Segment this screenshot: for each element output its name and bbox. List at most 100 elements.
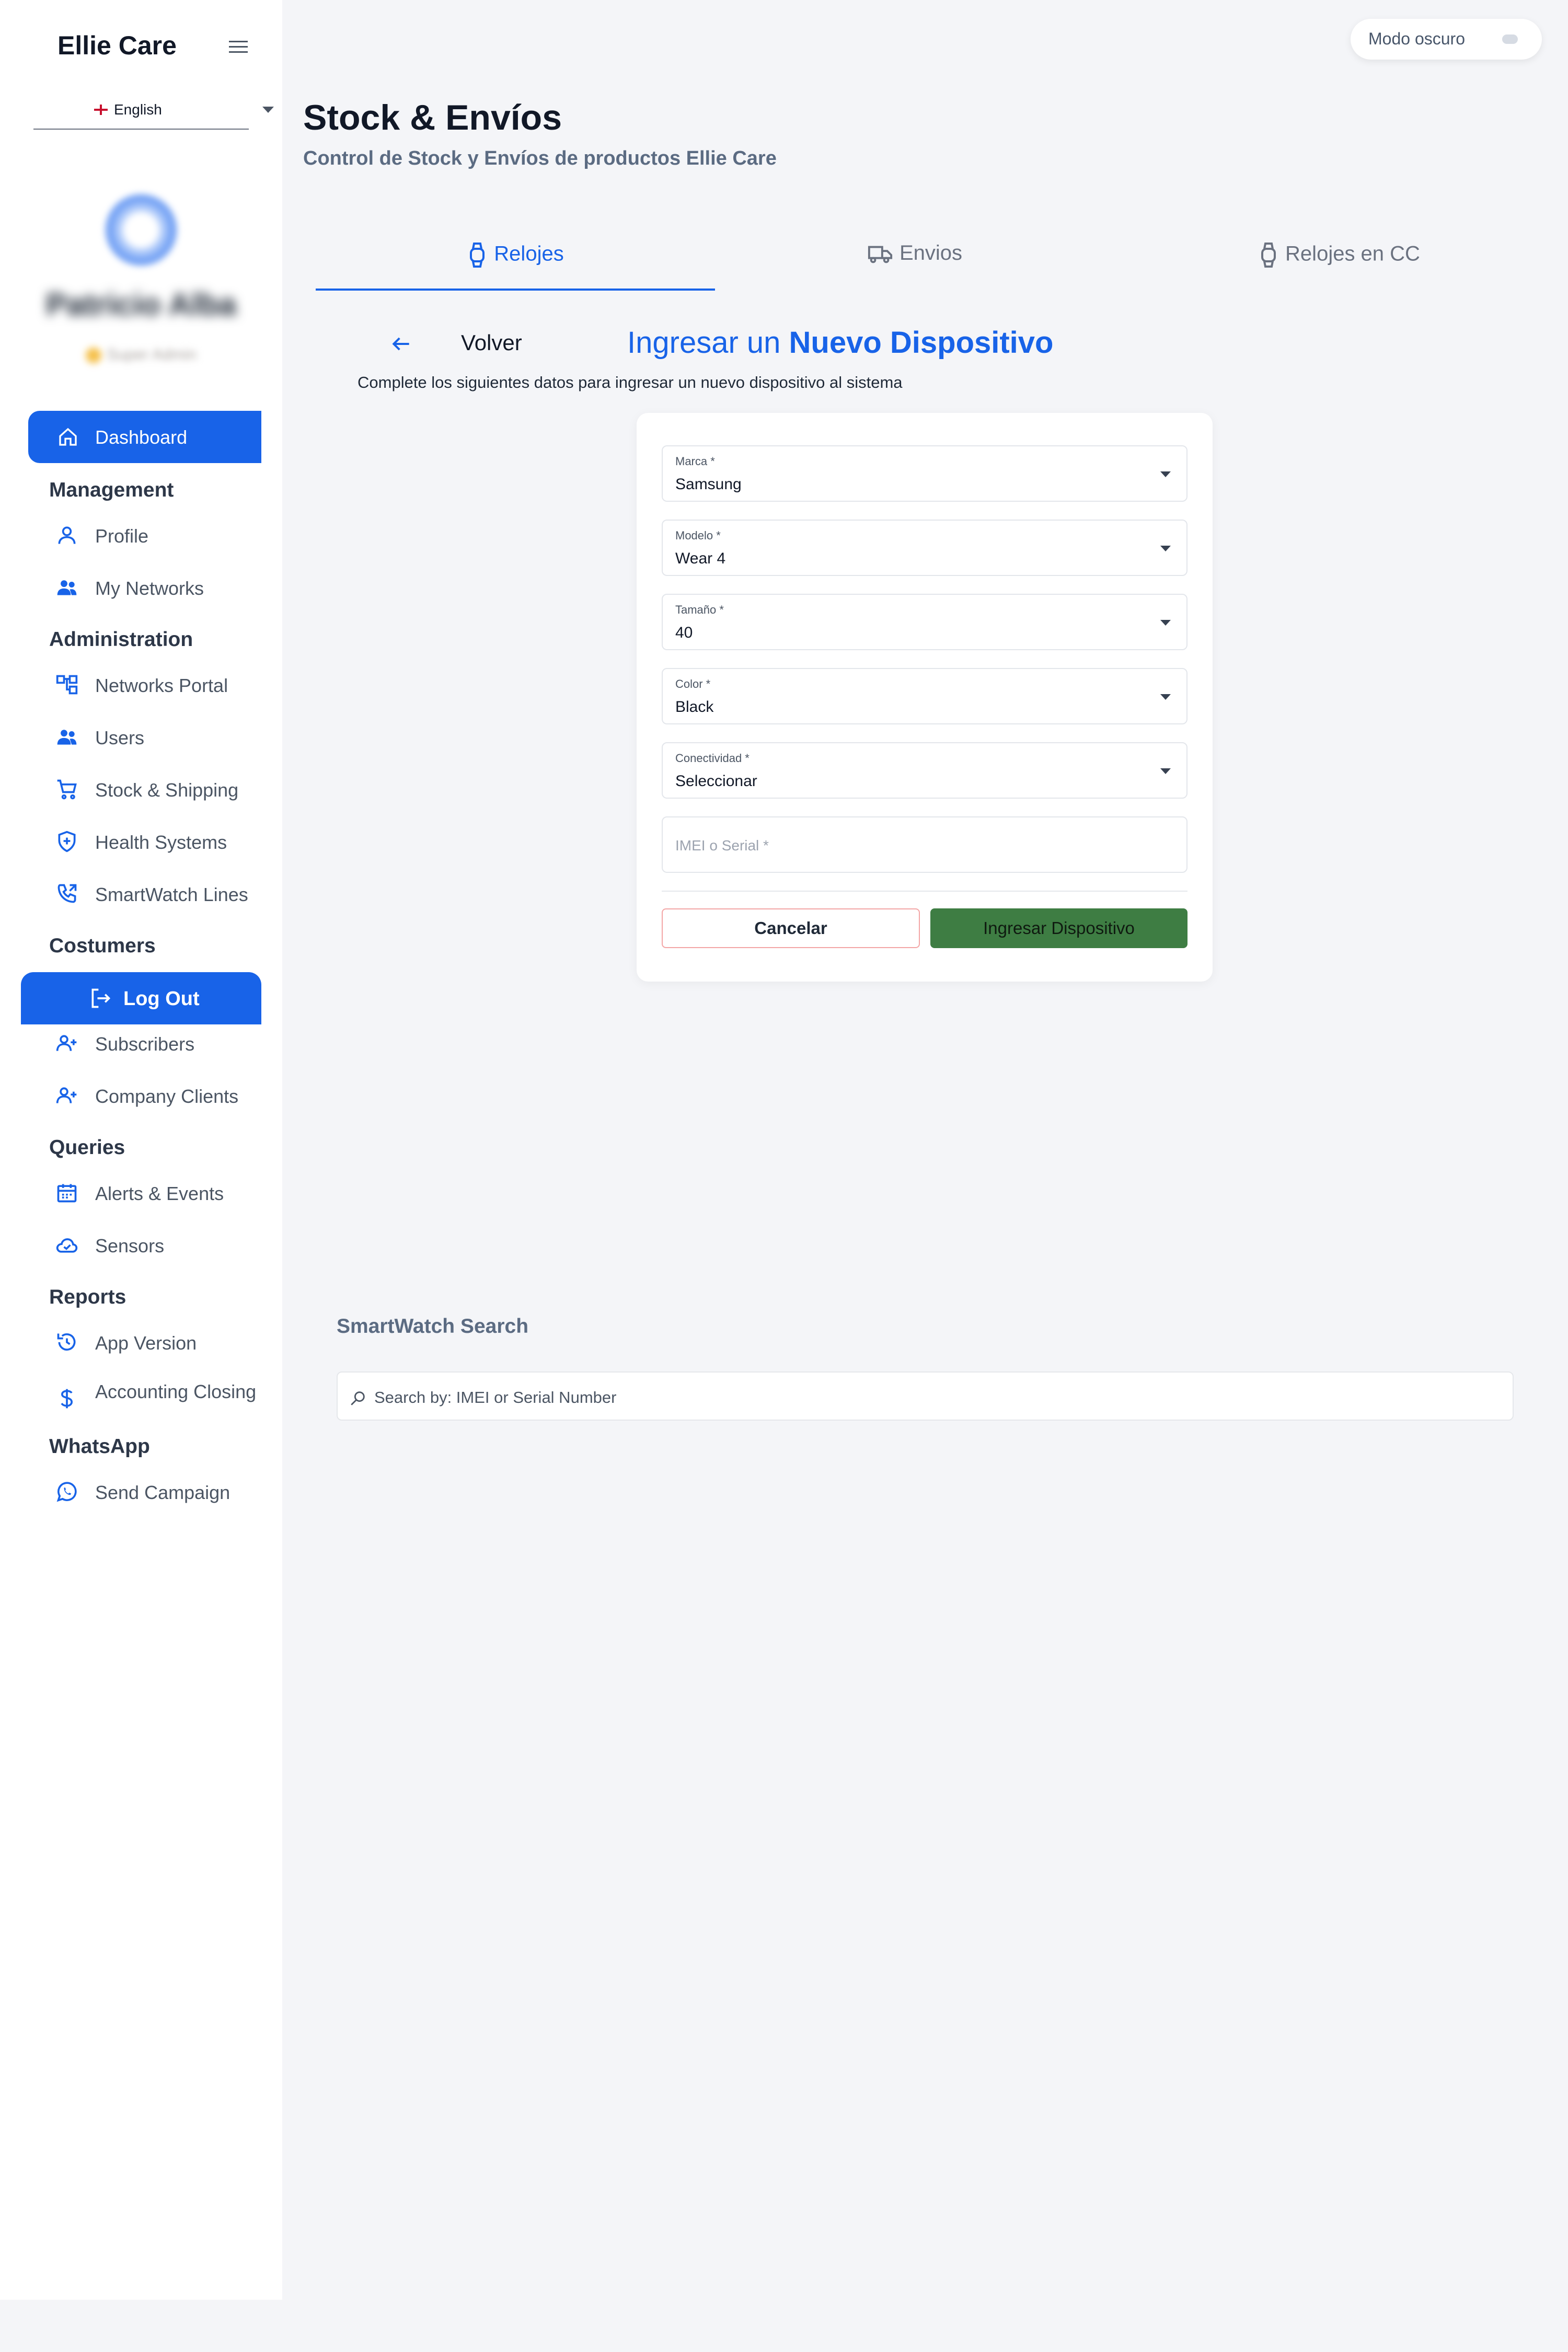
tab-label: Envios xyxy=(899,241,963,264)
connectivity-select[interactable]: Conectividad * Seleccionar xyxy=(662,742,1187,799)
dollar-icon xyxy=(61,1389,73,1409)
field-value: 40 xyxy=(675,624,693,641)
user-icon xyxy=(58,526,76,544)
page-title: Stock & Envíos xyxy=(303,98,562,137)
calendar-icon xyxy=(57,1184,77,1203)
tab-relojes[interactable]: Relojes xyxy=(316,230,715,291)
field-value: Wear 4 xyxy=(675,550,726,567)
brand-select[interactable]: Marca * Samsung xyxy=(662,445,1187,502)
role-badge-icon xyxy=(86,348,102,364)
logout-icon xyxy=(91,988,111,1008)
sidebar-item-label: Company Clients xyxy=(95,1086,239,1107)
sidebar-item-accounting-closing[interactable]: Accounting Closing xyxy=(52,1381,272,1420)
sidebar-item-label: Stock & Shipping xyxy=(95,779,239,801)
device-form-card: Marca * Samsung Modelo * Wear 4 Tamaño *… xyxy=(637,413,1213,982)
user-plus-icon xyxy=(56,1087,77,1103)
sidebar-item-app-version[interactable]: App Version xyxy=(52,1327,272,1358)
section-costumers: Costumers xyxy=(49,935,156,957)
chevron-down-icon xyxy=(1160,546,1171,551)
language-label: English xyxy=(114,101,162,118)
dark-mode-toggle[interactable]: Modo oscuro xyxy=(1351,19,1542,60)
color-select[interactable]: Color * Black xyxy=(662,668,1187,724)
sidebar-item-stock-shipping[interactable]: Stock & Shipping xyxy=(52,774,272,805)
sidebar-item-label: Alerts & Events xyxy=(95,1183,224,1204)
sidebar-item-label: SmartWatch Lines xyxy=(95,884,248,905)
field-value: Samsung xyxy=(675,476,742,493)
cancel-button[interactable]: Cancelar xyxy=(662,908,920,948)
sidebar-item-health-systems[interactable]: Health Systems xyxy=(52,826,272,857)
user-name: Patricio Alba xyxy=(45,287,237,322)
sidebar-item-subscribers[interactable]: Subscribers xyxy=(52,1028,272,1059)
tab-label: Relojes xyxy=(494,242,564,266)
watch-icon xyxy=(1261,243,1276,268)
sidebar-item-label: Profile xyxy=(95,525,149,547)
cloud-check-icon xyxy=(56,1238,78,1253)
field-label: Modelo * xyxy=(675,529,721,542)
sidebar-item-company-clients[interactable]: Company Clients xyxy=(52,1080,272,1111)
sidebar-item-label: Networks Portal xyxy=(95,675,228,696)
sidebar: Ellie Care English Patricio Alba Super A… xyxy=(0,0,282,2300)
field-value: Seleccionar xyxy=(675,773,757,790)
menu-icon[interactable] xyxy=(228,38,249,56)
sidebar-item-users[interactable]: Users xyxy=(52,721,272,753)
sidebar-item-profile[interactable]: Profile xyxy=(52,520,272,551)
user-role: Super Admin xyxy=(0,346,282,364)
sidebar-item-sensors[interactable]: Sensors xyxy=(52,1229,272,1261)
home-icon xyxy=(59,428,77,446)
section-whatsapp: WhatsApp xyxy=(49,1435,150,1458)
chevron-down-icon xyxy=(1160,471,1171,477)
sidebar-item-my-networks[interactable]: My Networks xyxy=(52,572,272,603)
sidebar-item-send-campaign[interactable]: Send Campaign xyxy=(52,1476,272,1507)
sidebar-item-label: Send Campaign xyxy=(95,1482,230,1503)
form-title-strong: Nuevo Dispositivo xyxy=(789,326,1054,360)
sidebar-item-label: My Networks xyxy=(95,578,204,599)
logout-label: Log Out xyxy=(123,988,200,1010)
section-queries: Queries xyxy=(49,1136,125,1159)
dark-mode-label: Modo oscuro xyxy=(1368,29,1465,48)
sidebar-item-dashboard[interactable]: Dashboard xyxy=(28,411,261,463)
sidebar-item-networks-portal[interactable]: Networks Portal xyxy=(52,669,272,700)
toggle-switch[interactable] xyxy=(1502,34,1518,44)
form-title: Ingresar un Nuevo Dispositivo xyxy=(627,325,1054,360)
chevron-down-icon xyxy=(1160,768,1171,774)
field-label: Tamaño * xyxy=(675,603,724,616)
network-icon xyxy=(56,675,78,695)
form-description: Complete los siguientes datos para ingre… xyxy=(358,373,903,391)
sidebar-item-label: App Version xyxy=(95,1332,197,1354)
form-title-prefix: Ingresar un xyxy=(627,326,789,360)
phone-forward-icon xyxy=(57,884,77,903)
users-icon xyxy=(57,580,77,595)
arrow-left-icon[interactable] xyxy=(390,332,413,355)
sidebar-item-smartwatch-lines[interactable]: SmartWatch Lines xyxy=(52,878,272,909)
search-placeholder: Search by: IMEI or Serial Number xyxy=(374,1388,617,1406)
tab-relojes-en-cc[interactable]: Relojes en CC xyxy=(1139,230,1539,291)
tab-envios[interactable]: Envios xyxy=(715,230,1114,291)
chevron-down-icon xyxy=(1160,620,1171,626)
section-management: Management xyxy=(49,479,174,501)
logout-button[interactable]: Log Out xyxy=(21,972,261,1024)
watch-icon xyxy=(470,243,485,268)
shield-icon xyxy=(58,831,76,852)
field-label: Conectividad * xyxy=(675,752,750,765)
uk-flag-icon xyxy=(94,105,108,115)
size-select[interactable]: Tamaño * 40 xyxy=(662,594,1187,650)
imei-input[interactable]: IMEI o Serial * xyxy=(662,816,1187,873)
sidebar-item-label: Subscribers xyxy=(95,1033,195,1055)
chevron-down-icon xyxy=(1160,694,1171,700)
smartwatch-search-input[interactable]: Search by: IMEI or Serial Number xyxy=(337,1371,1514,1421)
model-select[interactable]: Modelo * Wear 4 xyxy=(662,520,1187,576)
field-label: Color * xyxy=(675,677,711,690)
submit-device-button[interactable]: Ingresar Dispositivo xyxy=(930,908,1187,948)
cart-icon xyxy=(57,779,77,800)
language-select[interactable]: English xyxy=(33,92,274,130)
search-title: SmartWatch Search xyxy=(337,1315,529,1338)
users-icon xyxy=(57,730,77,745)
section-reports: Reports xyxy=(49,1286,126,1308)
whatsapp-icon xyxy=(56,1482,77,1502)
sidebar-item-alerts-events[interactable]: Alerts & Events xyxy=(52,1177,272,1208)
back-button[interactable]: Volver xyxy=(461,330,522,355)
tab-label: Relojes en CC xyxy=(1285,242,1420,266)
user-plus-icon xyxy=(56,1035,77,1051)
sidebar-item-label: Accounting Closing xyxy=(95,1381,257,1402)
history-icon xyxy=(57,1333,76,1351)
